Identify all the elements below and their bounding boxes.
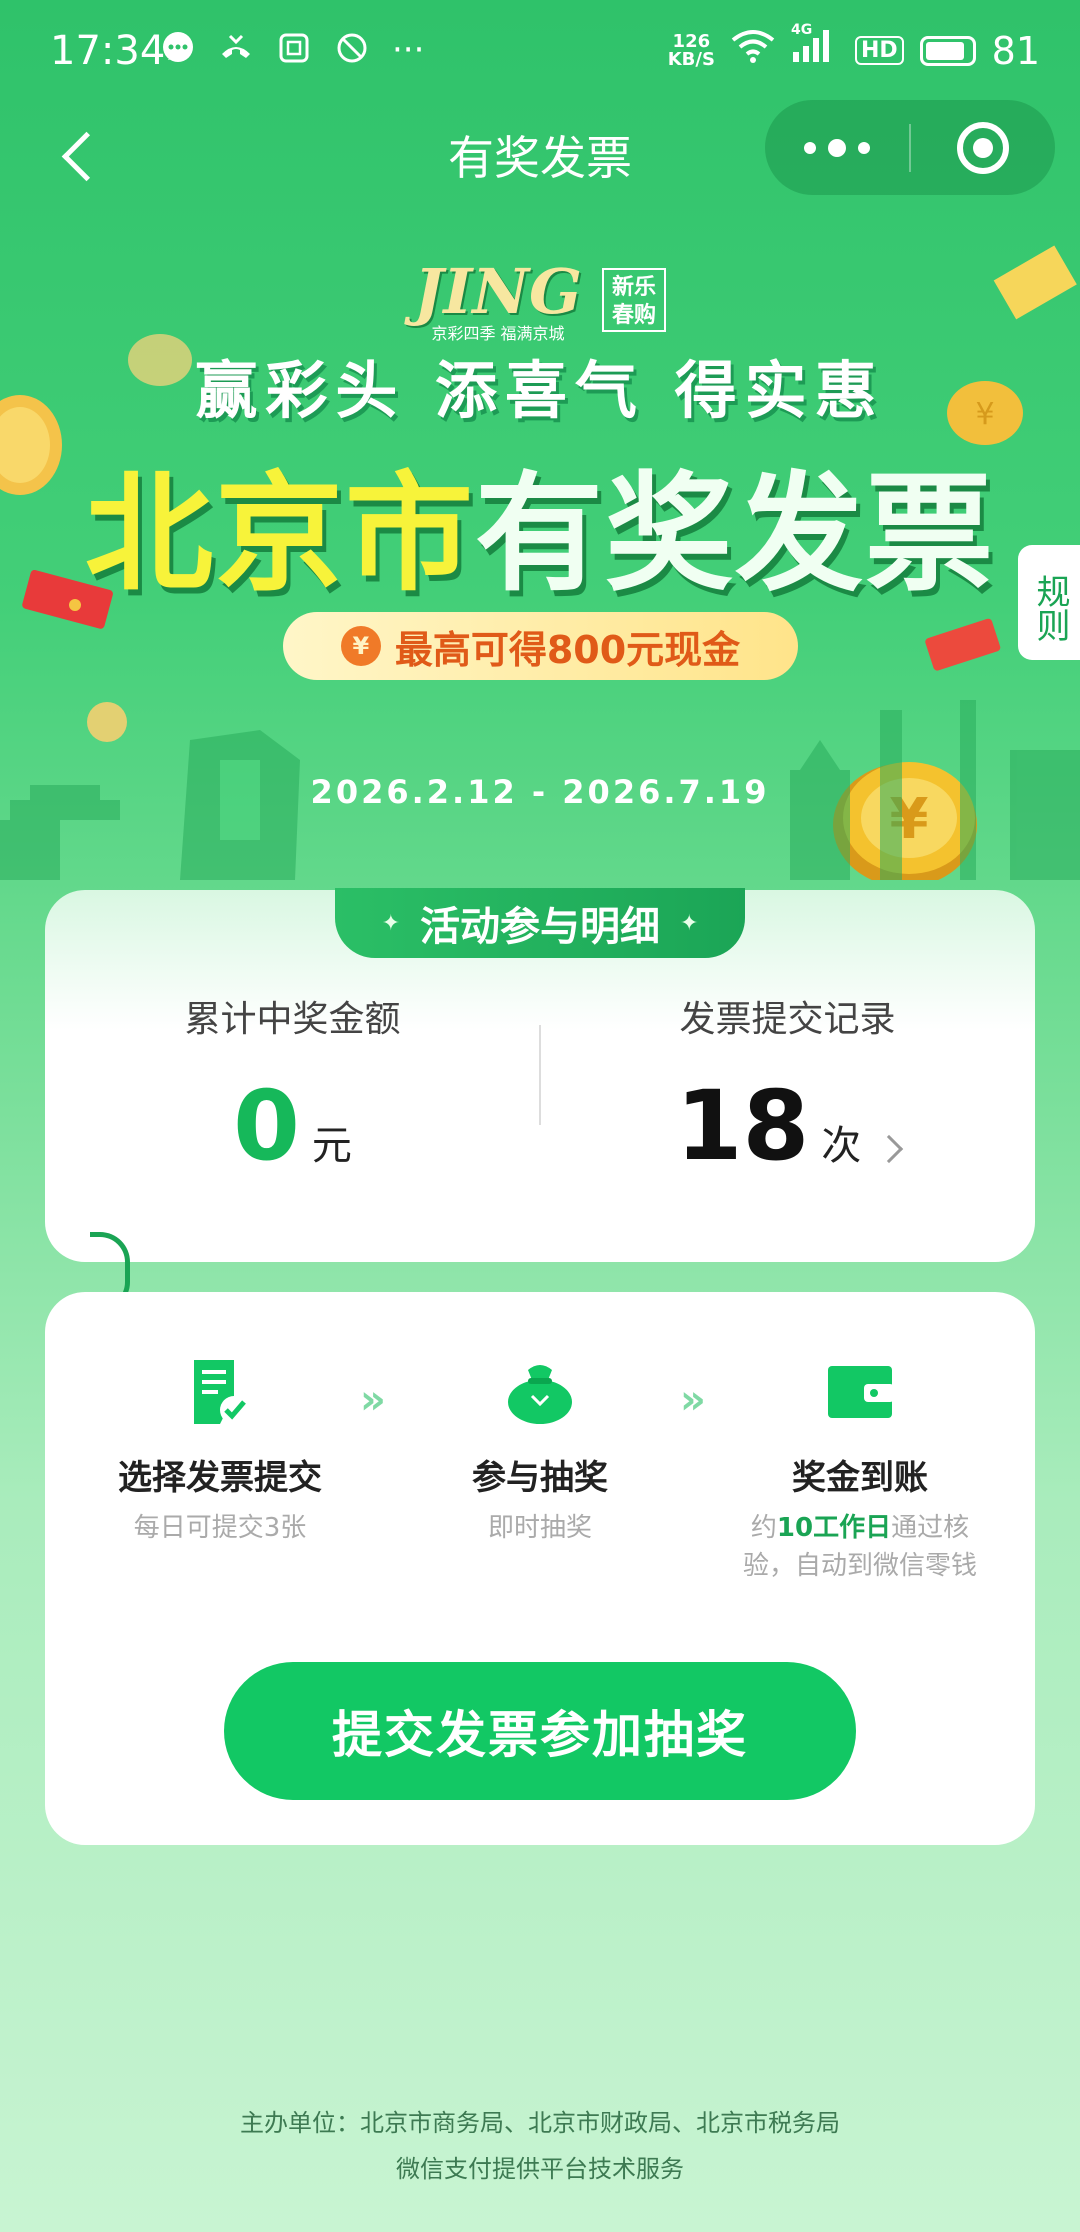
step-desc-highlight: 10工作日 bbox=[776, 1513, 892, 1543]
submission-records-value: 18 次 bbox=[540, 1070, 1035, 1182]
sparkle-icon: ✦ bbox=[381, 910, 400, 936]
summary-card-header: ✦ 活动参与明细 ✦ bbox=[335, 888, 745, 958]
hero-banner: ¥ ¥ JING 京彩四季 福满京城 新乐 春购 赢彩头 添喜气 得实惠 北京市… bbox=[0, 210, 1080, 880]
banner-title-city: 北京市 bbox=[84, 460, 475, 609]
submission-records-unit: 次 bbox=[821, 1123, 862, 1169]
message-icon bbox=[160, 30, 196, 75]
step-receive-bonus: 奖金到账 约10工作日通过核验，自动到微信零钱 bbox=[730, 1352, 990, 1585]
seal-line-2: 春购 bbox=[611, 302, 656, 328]
step-title: 参与抽奖 bbox=[472, 1458, 608, 1498]
submit-invoice-button[interactable]: 提交发票参加抽奖 bbox=[224, 1662, 856, 1800]
total-winnings-label: 累计中奖金额 bbox=[184, 999, 401, 1040]
group-buy-icon bbox=[276, 30, 312, 75]
double-chevron-right-icon: » bbox=[680, 1377, 706, 1423]
status-bar: 17:34 ··· 126 KB/S 4G HD 81 bbox=[0, 0, 1080, 110]
red-envelope-icon bbox=[925, 618, 1001, 671]
seal-line-1: 新乐 bbox=[611, 274, 656, 300]
summary-card-title: 活动参与明细 bbox=[420, 904, 660, 950]
network-type: 4G bbox=[790, 22, 813, 38]
platform-text: 微信支付提供平台技术服务 bbox=[396, 2155, 684, 2183]
activity-date-range: 2026.2.12 - 2026.7.19 bbox=[310, 773, 770, 811]
jing-logo-text: JING bbox=[414, 255, 582, 328]
seal-logo: 新乐 春购 bbox=[601, 267, 666, 332]
chevron-right-icon bbox=[875, 1134, 904, 1164]
yuan-coin-icon: ¥ bbox=[340, 626, 381, 666]
more-dots-icon bbox=[804, 141, 816, 154]
missed-call-icon bbox=[218, 30, 254, 75]
hd-voice-icon: HD bbox=[854, 36, 904, 65]
banner-slogan: 赢彩头 添喜气 得实惠 bbox=[195, 354, 885, 427]
campaign-logo: JING 京彩四季 福满京城 新乐 春购 bbox=[0, 255, 1080, 344]
step-description: 每日可提交3张 bbox=[133, 1513, 307, 1543]
arrow-glyph: » bbox=[360, 1377, 386, 1423]
wifi-icon bbox=[731, 28, 775, 73]
more-dots-icon-center bbox=[828, 138, 846, 157]
arrow-glyph: » bbox=[680, 1377, 706, 1423]
invoice-check-icon bbox=[180, 1352, 260, 1432]
step-select-invoice: 选择发票提交 每日可提交3张 bbox=[90, 1352, 350, 1547]
step-title: 选择发票提交 bbox=[118, 1458, 322, 1498]
footer: 主办单位：北京市商务局、北京市财政局、北京市税务局 微信支付提供平台技术服务 bbox=[0, 2100, 1080, 2192]
close-mini-program-button[interactable] bbox=[911, 121, 1055, 174]
no-disturb-icon bbox=[334, 30, 370, 75]
submission-records-stat[interactable]: 发票提交记录 18 次 bbox=[540, 990, 1035, 1182]
banner-title-main: 有奖发票 bbox=[475, 460, 996, 609]
more-menu-button[interactable] bbox=[765, 138, 909, 157]
battery-icon bbox=[919, 35, 976, 66]
submission-records-label: 发票提交记录 bbox=[679, 999, 896, 1040]
total-winnings-stat: 累计中奖金额 0 元 bbox=[45, 990, 540, 1182]
wallet-icon bbox=[820, 1352, 900, 1432]
nav-bar: 有奖发票 bbox=[0, 100, 1080, 210]
organizer-text: 主办单位：北京市商务局、北京市财政局、北京市税务局 bbox=[240, 2109, 840, 2137]
rules-button[interactable]: 规则 bbox=[1018, 545, 1080, 660]
step-description: 约10工作日通过核验，自动到微信零钱 bbox=[730, 1509, 990, 1585]
step-title: 奖金到账 bbox=[792, 1458, 928, 1498]
total-winnings-unit: 元 bbox=[311, 1123, 352, 1169]
total-winnings-value: 0 元 bbox=[45, 1070, 540, 1182]
target-close-icon bbox=[957, 121, 1009, 174]
net-speed-unit: KB/S bbox=[667, 48, 715, 70]
net-speed-value: 126 bbox=[672, 30, 711, 52]
max-prize-badge: ¥ 最高可得800元现金 bbox=[283, 612, 798, 680]
net-speed: 126 KB/S bbox=[667, 30, 715, 70]
status-time: 17:34 bbox=[50, 28, 166, 74]
battery-level: 81 bbox=[991, 28, 1040, 73]
more-notifications-icon: ··· bbox=[392, 30, 425, 70]
status-right: 126 KB/S 4G HD 81 bbox=[667, 22, 1040, 73]
banner-title: 北京市有奖发票 bbox=[0, 430, 1080, 615]
participation-summary-card: ✦ 活动参与明细 ✦ 累计中奖金额 0 元 发票提交记录 18 次 bbox=[45, 888, 1035, 1262]
step-join-lottery: 参与抽奖 即时抽奖 bbox=[410, 1352, 670, 1547]
max-prize-text: 最高可得800元现金 bbox=[394, 627, 741, 672]
submission-records-number: 18 bbox=[675, 1070, 810, 1182]
mini-program-capsule bbox=[765, 100, 1055, 195]
jing-logo: JING 京彩四季 福满京城 bbox=[414, 255, 582, 344]
signal-icon: 4G bbox=[791, 22, 839, 73]
lucky-bag-icon bbox=[500, 1352, 580, 1432]
step-desc-prefix: 约 bbox=[750, 1513, 777, 1543]
double-chevron-right-icon: » bbox=[360, 1377, 386, 1423]
more-dots-icon-right bbox=[858, 141, 870, 154]
sparkle-icon: ✦ bbox=[680, 910, 699, 936]
total-winnings-number: 0 bbox=[233, 1070, 300, 1182]
step-description: 即时抽奖 bbox=[487, 1513, 592, 1543]
how-it-works-card: 选择发票提交 每日可提交3张 » 参与抽奖 即时抽奖 » 奖金到账 约10工作日… bbox=[45, 1292, 1035, 1845]
notification-icons: ··· bbox=[160, 30, 424, 75]
